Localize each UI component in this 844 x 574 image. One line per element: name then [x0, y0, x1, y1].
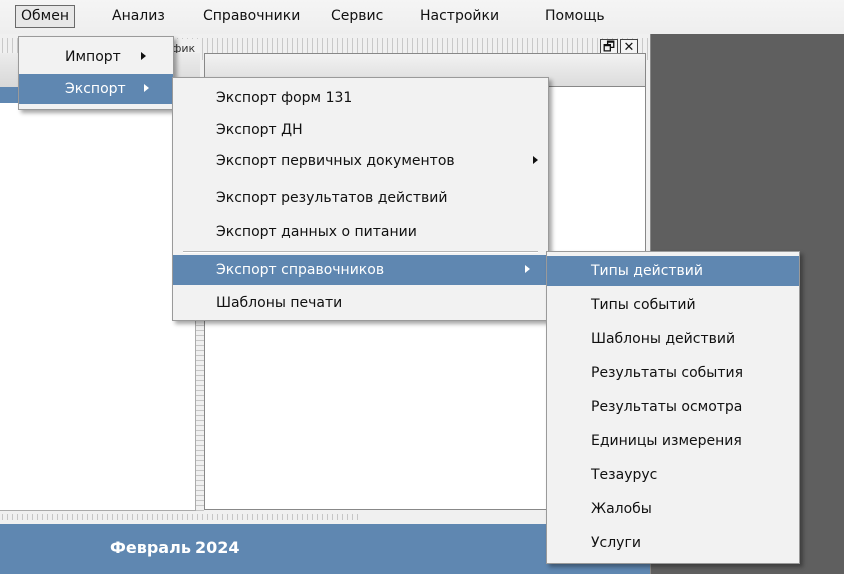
dictionaries-export-menu: Типы действий Типы событий Шаблоны дейст… [546, 251, 800, 564]
menu-item-label: Экспорт справочников [216, 262, 385, 278]
menu-item-export-forms-131[interactable]: Экспорт форм 131 [173, 83, 548, 113]
menu-settings[interactable]: Настройки [415, 5, 504, 28]
horizontal-splitter[interactable] [0, 514, 360, 520]
chevron-right-icon [525, 265, 530, 273]
export-menu: Экспорт форм 131 Экспорт ДН Экспорт перв… [172, 77, 549, 321]
menu-item-label: Экспорт [65, 81, 126, 97]
menu-item-thesaurus[interactable]: Тезаурус [547, 460, 799, 490]
menu-service[interactable]: Сервис [326, 5, 388, 28]
menu-dictionaries[interactable]: Справочники [198, 5, 305, 28]
menu-item-export-nutrition[interactable]: Экспорт данных о питании [173, 217, 548, 247]
month-selector[interactable]: Февраль [110, 538, 191, 557]
chevron-right-icon [533, 156, 538, 164]
menu-item-action-templates[interactable]: Шаблоны действий [547, 324, 799, 354]
menu-item-units[interactable]: Единицы измерения [547, 426, 799, 456]
menu-item-export-primary-docs[interactable]: Экспорт первичных документов [173, 146, 548, 176]
menu-item-complaints[interactable]: Жалобы [547, 494, 799, 524]
menu-item-action-types[interactable]: Типы действий [547, 256, 799, 286]
menu-item-event-results[interactable]: Результаты события [547, 358, 799, 388]
menu-item-print-templates[interactable]: Шаблоны печати [173, 288, 548, 318]
year-label[interactable]: 2024 [195, 538, 240, 557]
menu-item-import[interactable]: Импорт [19, 42, 173, 72]
menu-item-services[interactable]: Услуги [547, 528, 799, 558]
menu-item-event-types[interactable]: Типы событий [547, 290, 799, 320]
menu-help[interactable]: Помощь [540, 5, 610, 28]
menu-item-export-dictionaries[interactable]: Экспорт справочников [173, 255, 548, 285]
menu-item-exam-results[interactable]: Результаты осмотра [547, 392, 799, 422]
chevron-right-icon [144, 84, 149, 92]
exchange-menu: Импорт Экспорт [18, 36, 174, 110]
chevron-right-icon [141, 52, 146, 60]
menu-analysis[interactable]: Анализ [107, 5, 170, 28]
left-pane [0, 103, 196, 511]
menu-item-label: Импорт [65, 49, 121, 65]
menu-item-export[interactable]: Экспорт [19, 74, 173, 104]
menu-item-export-action-results[interactable]: Экспорт результатов действий [173, 183, 548, 213]
menu-separator [183, 251, 538, 253]
menu-bar: Обмен Анализ Справочники Сервис Настройк… [0, 0, 844, 34]
menu-item-export-dn[interactable]: Экспорт ДН [173, 115, 548, 145]
menu-item-label: Экспорт первичных документов [216, 153, 455, 169]
menu-exchange[interactable]: Обмен [15, 5, 75, 28]
